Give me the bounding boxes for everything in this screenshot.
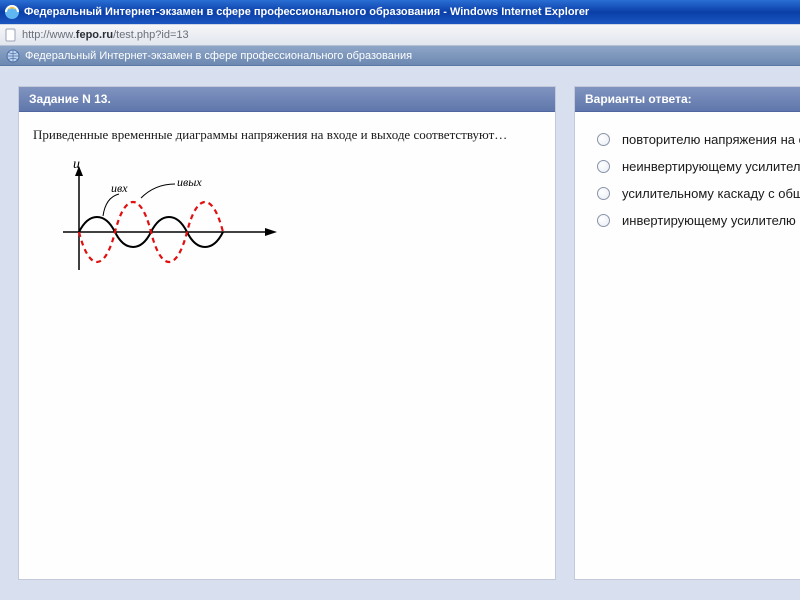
ie-icon xyxy=(4,4,20,20)
answers-title: Варианты ответа: xyxy=(575,87,800,112)
answer-option[interactable]: повторителю напряжения на о xyxy=(589,126,800,153)
answers-body: повторителю напряжения на о неинвертирую… xyxy=(575,112,800,579)
waveform-diagram: u uвх uвых xyxy=(33,150,541,293)
radio-icon[interactable] xyxy=(597,160,610,173)
task-title: Задание N 13. xyxy=(19,87,555,112)
answer-text: усилительному каскаду с общ xyxy=(622,186,800,201)
page-icon xyxy=(4,28,18,42)
page-header-title: Федеральный Интернет-экзамен в сфере про… xyxy=(25,50,412,62)
answer-text: инвертирующему усилителю xyxy=(622,213,796,228)
task-panel: Задание N 13. Приведенные временные диаг… xyxy=(18,86,556,580)
in-label: uвх xyxy=(111,181,128,195)
answer-text: повторителю напряжения на о xyxy=(622,132,800,147)
content-area: Задание N 13. Приведенные временные диаг… xyxy=(0,66,800,600)
task-body: Приведенные временные диаграммы напряжен… xyxy=(19,112,555,579)
answer-option[interactable]: неинвертирующему усилител xyxy=(589,153,800,180)
radio-icon[interactable] xyxy=(597,187,610,200)
url-text: http://www.fepo.ru/test.php?id=13 xyxy=(22,29,189,41)
window-title: Федеральный Интернет-экзамен в сфере про… xyxy=(24,6,589,18)
url-host: fepo.ru xyxy=(76,29,113,41)
answers-panel: Варианты ответа: повторителю напряжения … xyxy=(574,86,800,580)
window-titlebar: Федеральный Интернет-экзамен в сфере про… xyxy=(0,0,800,24)
answer-text: неинвертирующему усилител xyxy=(622,159,800,174)
answer-option[interactable]: усилительному каскаду с общ xyxy=(589,180,800,207)
page-header: Федеральный Интернет-экзамен в сфере про… xyxy=(0,46,800,66)
url-prefix: http://www. xyxy=(22,29,76,41)
out-label: uвых xyxy=(177,175,202,189)
radio-icon[interactable] xyxy=(597,133,610,146)
radio-icon[interactable] xyxy=(597,214,610,227)
url-path: /test.php?id=13 xyxy=(113,29,189,41)
task-prompt: Приведенные временные диаграммы напряжен… xyxy=(33,126,541,144)
answer-option[interactable]: инвертирующему усилителю xyxy=(589,207,800,234)
globe-icon xyxy=(6,49,20,63)
address-bar[interactable]: http://www.fepo.ru/test.php?id=13 xyxy=(0,24,800,46)
